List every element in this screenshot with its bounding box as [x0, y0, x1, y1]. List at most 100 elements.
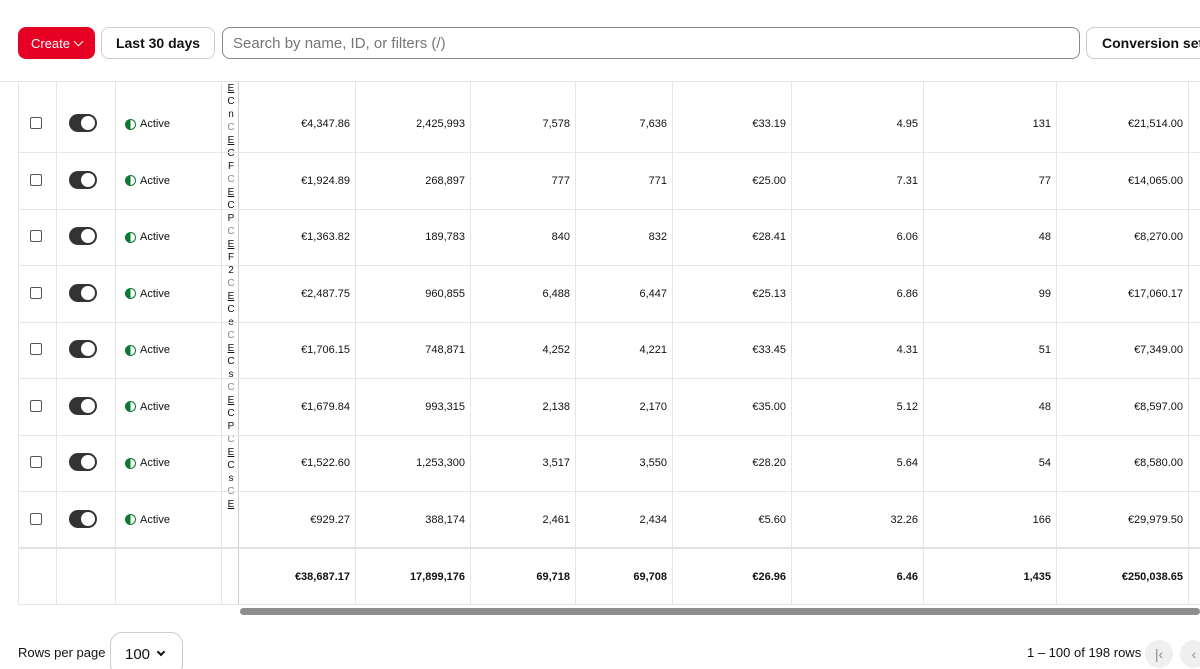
- total-spend: €38,687.17: [294, 571, 350, 583]
- table-row: Active €1,924.89 268,897 777 771 €25.00 7.31 77…: [18, 153, 1200, 210]
- row-toggle[interactable]: [69, 114, 97, 132]
- row-checkbox[interactable]: [30, 173, 42, 186]
- date-range-button[interactable]: Last 30 days: [101, 27, 215, 59]
- cell-conversions: 77: [1038, 174, 1051, 187]
- cell-c1: 777: [551, 174, 570, 187]
- total-cpa: €26.96: [752, 571, 786, 583]
- cell-impressions: 189,783: [425, 231, 465, 243]
- cell-cpa: €33.19: [752, 118, 786, 130]
- cell-roas: 6.86: [896, 287, 918, 300]
- cell-c2: 6,447: [639, 287, 667, 300]
- cell-c2: 2,434: [639, 513, 667, 526]
- total-c2: 69,708: [633, 571, 667, 583]
- table-row: Active €929.27 388,174 2,461 2,434 €5.60 32.26…: [18, 492, 1200, 549]
- pagination-range: 1 – 100 of 198 rows: [1027, 645, 1142, 660]
- total-roas: 6.46: [896, 571, 918, 583]
- status-label: Active: [140, 287, 170, 300]
- horizontal-scrollbar[interactable]: [240, 608, 1200, 615]
- scroll-track: [18, 604, 1200, 605]
- cell-impressions: 1,253,300: [416, 457, 465, 469]
- row-checkbox[interactable]: [30, 399, 42, 412]
- cell-spend: €1,706.15: [301, 344, 350, 356]
- row-checkbox[interactable]: [30, 456, 42, 468]
- row-toggle[interactable]: [69, 170, 97, 189]
- cell-value: €21,514.00: [1127, 118, 1183, 130]
- status-label: Active: [140, 457, 170, 469]
- cell-conversions: 131: [1032, 118, 1051, 130]
- row-toggle[interactable]: [69, 227, 97, 245]
- status-label: Active: [140, 400, 170, 413]
- total-conversions: 1,435: [1023, 571, 1051, 583]
- half-circle-status-icon: [125, 175, 136, 186]
- cell-c2: 2,170: [639, 400, 667, 413]
- cell-value: €17,060.17: [1127, 287, 1183, 300]
- cell-roas: 5.64: [896, 457, 918, 469]
- create-button[interactable]: Create: [18, 27, 95, 59]
- conversion-set-button[interactable]: Conversion set: [1086, 27, 1200, 59]
- table-row: Active €2,487.75 960,855 6,488 6,447 €25.13 6.…: [18, 266, 1200, 323]
- row-checkbox[interactable]: [30, 286, 42, 299]
- search-input[interactable]: Search by name, ID, or filters (/): [222, 27, 1080, 59]
- cell-conversions: 54: [1038, 457, 1051, 469]
- cell-c1: 2,138: [542, 400, 570, 413]
- create-label: Create: [30, 35, 71, 51]
- status-badge: Active: [125, 455, 170, 471]
- cell-impressions: 960,855: [425, 287, 465, 300]
- row-toggle[interactable]: [69, 396, 97, 415]
- status-badge: Active: [125, 512, 170, 528]
- status-label: Active: [140, 513, 170, 526]
- prev-page-icon[interactable]: ‹: [1180, 640, 1200, 668]
- cell-value: €7,349.00: [1134, 344, 1183, 356]
- row-toggle[interactable]: [69, 509, 97, 528]
- cell-impressions: 993,315: [425, 400, 465, 413]
- cell-cpa: €33.45: [752, 344, 786, 356]
- status-badge: Active: [125, 229, 170, 245]
- total-impressions: 17,899,176: [409, 571, 465, 583]
- row-checkbox[interactable]: [30, 230, 42, 242]
- row-checkbox[interactable]: [30, 343, 42, 355]
- rows-per-page-select[interactable]: 100: [110, 632, 183, 669]
- cell-c1: 840: [551, 231, 570, 243]
- cell-impressions: 748,871: [425, 344, 465, 356]
- row-toggle[interactable]: [69, 340, 97, 358]
- cell-value: €8,270.00: [1134, 231, 1183, 243]
- cell-c1: 4,252: [542, 344, 570, 356]
- cell-c1: 3,517: [542, 457, 570, 469]
- status-badge: Active: [125, 342, 170, 358]
- cell-c1: 2,461: [542, 513, 570, 526]
- chevron-down-icon: [156, 647, 166, 657]
- first-page-icon[interactable]: |‹: [1145, 640, 1173, 668]
- row-toggle[interactable]: [69, 283, 97, 302]
- totals-row: €38,687.17 17,899,176 69,718 69,708 €26.…: [18, 547, 1200, 605]
- cell-cpa: €28.20: [752, 457, 786, 469]
- table-row: Active €1,522.60 1,253,300 3,517 3,550 €28.20…: [18, 435, 1200, 492]
- cell-conversions: 51: [1038, 344, 1051, 356]
- cell-cpa: €35.00: [752, 400, 786, 413]
- cell-roas: 32.26: [890, 513, 918, 526]
- name-glyph[interactable]: E: [224, 82, 238, 95]
- cell-c2: 7,636: [639, 118, 667, 130]
- row-toggle[interactable]: [69, 453, 97, 471]
- row-checkbox[interactable]: [30, 512, 42, 525]
- campaign-table: ECnCECFCECPCEF2CECeCECsCECPCECsCE €38,68…: [18, 82, 1200, 605]
- cell-cpa: €25.13: [752, 287, 786, 300]
- table-row: Active €1,679.84 993,315 2,138 2,170 €35.00 5.…: [18, 379, 1200, 436]
- row-checkbox[interactable]: [30, 117, 42, 129]
- cell-spend: €4,347.86: [301, 118, 350, 130]
- cell-impressions: 388,174: [425, 513, 465, 526]
- rows-per-page-value: 100: [125, 645, 151, 663]
- cell-roas: 6.06: [896, 231, 918, 243]
- cell-c2: 4,221: [639, 344, 667, 356]
- status-label: Active: [140, 174, 170, 187]
- cell-roas: 4.95: [896, 118, 918, 130]
- status-badge: Active: [125, 286, 170, 302]
- cell-impressions: 2,425,993: [416, 118, 465, 130]
- cell-roas: 5.12: [896, 400, 918, 413]
- total-c1: 69,718: [536, 571, 570, 583]
- cell-value: €8,597.00: [1134, 400, 1183, 413]
- cell-value: €29,979.50: [1127, 513, 1183, 526]
- cell-cpa: €5.60: [758, 513, 786, 526]
- cell-c2: 771: [648, 174, 667, 187]
- cell-value: €8,580.00: [1134, 457, 1183, 469]
- cell-c1: 7,578: [542, 118, 570, 130]
